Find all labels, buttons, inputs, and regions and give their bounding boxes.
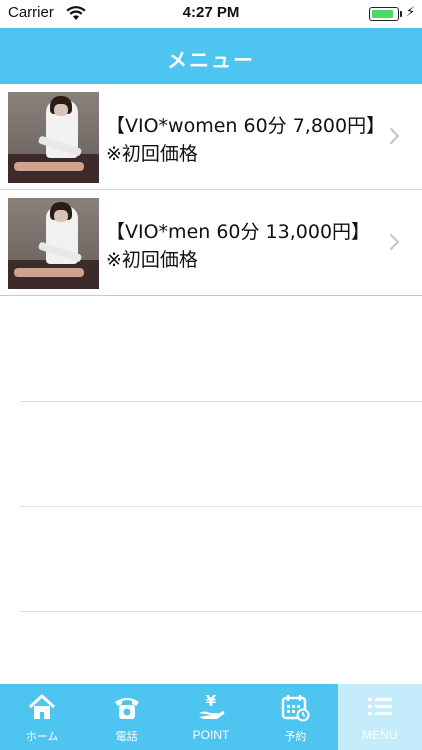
menu-item-vio-men[interactable]: 【VIO*men 60分 13,000円】※初回価格 bbox=[0, 190, 422, 296]
empty-row-separator bbox=[20, 401, 422, 402]
tab-home[interactable]: ホーム bbox=[0, 684, 84, 750]
battery-nub bbox=[400, 11, 402, 17]
tab-label: MENU bbox=[362, 728, 398, 742]
tab-label: 電話 bbox=[115, 730, 138, 743]
status-bar: Carrier 4:27 PM ⚡ bbox=[0, 0, 422, 28]
phone-icon bbox=[114, 698, 139, 719]
navigation-bar: メニュー bbox=[0, 28, 422, 84]
tab-reservation[interactable]: 予約 bbox=[253, 684, 337, 750]
tab-bar: ホーム 電話 ¥ POINT 予約 MENU bbox=[0, 684, 422, 750]
svg-text:¥: ¥ bbox=[206, 692, 217, 710]
tab-menu[interactable]: MENU bbox=[337, 684, 422, 750]
menu-item-title: 【VIO*men 60分 13,000円】※初回価格 bbox=[106, 221, 371, 271]
tab-label: POINT bbox=[192, 728, 230, 742]
battery-icon bbox=[369, 7, 399, 21]
menu-list-icon bbox=[367, 698, 392, 715]
empty-row-separator bbox=[20, 611, 422, 612]
menu-list: 【VIO*women 60分 7,800円】※初回価格 【VIO*men 60分… bbox=[0, 84, 422, 296]
menu-item-title: 【VIO*women 60分 7,800円】※初回価格 bbox=[106, 115, 376, 165]
menu-item-thumbnail bbox=[8, 92, 99, 183]
chevron-right-icon bbox=[390, 234, 400, 250]
tab-point[interactable]: ¥ POINT bbox=[169, 684, 253, 750]
battery-level bbox=[372, 10, 393, 18]
page-title: メニュー bbox=[167, 48, 255, 72]
charging-bolt-icon: ⚡ bbox=[406, 5, 416, 20]
calendar-icon bbox=[282, 695, 310, 722]
clock: 4:27 PM bbox=[182, 4, 240, 21]
menu-item-thumbnail bbox=[8, 198, 99, 289]
empty-row-separator bbox=[20, 506, 422, 507]
menu-item-vio-women[interactable]: 【VIO*women 60分 7,800円】※初回価格 bbox=[0, 84, 422, 190]
home-icon bbox=[29, 694, 56, 719]
yen-hand-icon: ¥ bbox=[199, 692, 225, 719]
tab-label: 予約 bbox=[284, 730, 307, 743]
tab-label: ホーム bbox=[25, 730, 59, 743]
tab-phone[interactable]: 電話 bbox=[84, 684, 168, 750]
chevron-right-icon bbox=[390, 128, 400, 144]
